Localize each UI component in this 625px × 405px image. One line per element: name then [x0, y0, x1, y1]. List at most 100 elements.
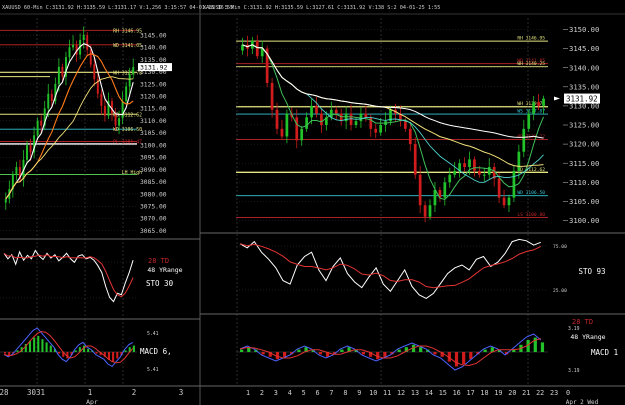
- left-x-tick-label: 28: [0, 388, 9, 397]
- right-candle-body: [354, 121, 358, 125]
- right-x-tick-label: 20: [508, 389, 516, 397]
- right-candle-body: [517, 151, 521, 171]
- right-candle-body: [473, 159, 476, 171]
- trading-workspace: XAUUSD 60-Min C:3131.92 H:3135.59 L:3131…: [0, 0, 625, 405]
- right-macd-histogram-bar: [282, 352, 287, 357]
- left-macd-histogram-bar: [112, 352, 115, 362]
- right-macd-histogram-bar: [318, 352, 323, 355]
- left-candle-body: [57, 66, 60, 84]
- left-macd-histogram-bar: [66, 352, 69, 359]
- left-chart-header: XAUUSD 60-Min C:3131.92 H:3135.59 L:3131…: [2, 5, 233, 11]
- left-current-price-label: 3131.92: [140, 64, 167, 72]
- left-price-tick-label: 3095.00: [140, 155, 167, 162]
- right-candle-body: [448, 174, 452, 183]
- right-candle-body: [305, 117, 308, 129]
- left-candle-body: [4, 198, 7, 203]
- left-ma-yellow: [5, 76, 134, 200]
- left-candle-body: [40, 120, 43, 126]
- left-macd-histogram-bar: [37, 336, 40, 352]
- left-candle-body: [61, 66, 64, 77]
- right-level-annotation: WD 3106.50: [517, 190, 545, 196]
- right-x-tick-label: 4: [288, 389, 292, 397]
- right-candle-body: [537, 102, 540, 106]
- right-candle-body: [369, 117, 373, 129]
- right-candle-body: [334, 109, 338, 114]
- right-candle-body: [428, 205, 432, 217]
- right-macd-histogram-bar: [297, 349, 301, 352]
- dual-chart-canvas: XAUUSD 60-Min C:3131.92 H:3135.59 L:3131…: [0, 0, 625, 405]
- right-x-tick-label: 12: [397, 389, 405, 397]
- left-candle-body: [128, 74, 131, 87]
- right-sto-k-line: [239, 238, 541, 299]
- left-sto-range: 48 YRange: [147, 266, 182, 274]
- right-x-tick-label: 13: [411, 389, 419, 397]
- right-candle-body: [418, 174, 422, 206]
- right-price-tick-label: 3100.00: [569, 216, 599, 225]
- right-x-tick-label: 22: [536, 389, 544, 397]
- right-candle-body: [482, 174, 486, 176]
- right-candle-body: [522, 128, 526, 152]
- right-macd-histogram-bar: [340, 349, 344, 352]
- right-x-tick-label: 14: [425, 389, 433, 397]
- left-candle-body: [121, 101, 124, 119]
- right-macd-histogram-bar: [261, 352, 265, 355]
- left-price-tick-label: 3090.00: [140, 167, 167, 174]
- left-candle-body: [100, 93, 103, 106]
- right-candle-body: [295, 117, 299, 141]
- right-price-tick-label: 3145.00: [569, 44, 599, 53]
- right-candle-body: [280, 128, 284, 137]
- right-macd-value-top: 3.19: [568, 326, 580, 332]
- left-macd-histogram-bar: [33, 337, 36, 352]
- left-candle-body: [125, 86, 128, 102]
- right-candle-body: [413, 144, 417, 175]
- left-price-tick-label: 3105.00: [140, 130, 167, 137]
- right-level-annotation: LS 3100.80: [517, 212, 545, 218]
- left-x-tick-label: 3: [179, 388, 184, 397]
- right-candle-body: [320, 113, 323, 125]
- right-candle-body: [453, 170, 457, 175]
- right-x-tick-label: 3: [274, 389, 278, 397]
- left-macd-title: MACD 6,: [140, 347, 172, 356]
- left-x-tick-label: 2: [132, 388, 137, 397]
- right-level-annotation: RH 3146.95: [517, 36, 545, 42]
- right-macd-histogram-bar: [462, 352, 466, 364]
- right-candle-body: [423, 205, 427, 217]
- right-candle-body: [487, 167, 491, 175]
- left-candle-body: [68, 47, 71, 58]
- left-price-tick-label: 3100.00: [140, 142, 167, 149]
- right-current-price-label: 3131.92: [566, 95, 598, 104]
- left-candle-body: [103, 106, 106, 116]
- left-candle-body: [47, 93, 50, 109]
- right-macd-histogram-bar: [540, 342, 545, 352]
- left-macd-value-bottom: 5.41: [147, 367, 159, 373]
- right-candle-body: [403, 121, 407, 129]
- left-sto-td: 28 TD: [148, 257, 169, 265]
- left-level-annotation: LH High: [122, 170, 142, 176]
- right-price-tick-label: 3110.00: [569, 178, 599, 187]
- left-candle-body: [36, 120, 39, 136]
- left-month-label: Apr: [86, 398, 98, 405]
- right-candle-body: [275, 109, 279, 129]
- right-candle-body: [379, 125, 383, 133]
- left-level-annotation: PL 3101.47: [113, 140, 142, 146]
- left-macd-histogram-bar: [132, 345, 135, 352]
- left-sto-title: STO 30: [146, 279, 174, 288]
- right-price-tick-label: 3125.00: [569, 121, 599, 130]
- left-level-annotation: WD 3112.62: [113, 112, 142, 118]
- right-macd-histogram-bar: [383, 352, 387, 357]
- left-macd-value-top: 5.41: [147, 331, 159, 337]
- left-macd-histogram-bar: [49, 345, 52, 352]
- right-macd-histogram-bar: [240, 349, 244, 352]
- left-level-annotation: WD 3106.50: [113, 127, 142, 133]
- right-level-annotation: WD 3112.62: [517, 167, 545, 173]
- right-x-tick-label: 5: [302, 389, 306, 397]
- right-candle-body: [532, 102, 536, 114]
- right-candle-body: [507, 197, 511, 206]
- right-candle-body: [408, 128, 412, 145]
- right-level-annotation: WS 3127.87: [517, 109, 545, 115]
- right-level-annotation: WH 3129.78: [517, 101, 545, 107]
- left-price-tick-label: 3125.00: [140, 81, 167, 88]
- left-candle-body: [111, 101, 113, 114]
- left-price-tick-label: 3080.00: [140, 191, 167, 198]
- left-macd-histogram-bar: [58, 352, 61, 354]
